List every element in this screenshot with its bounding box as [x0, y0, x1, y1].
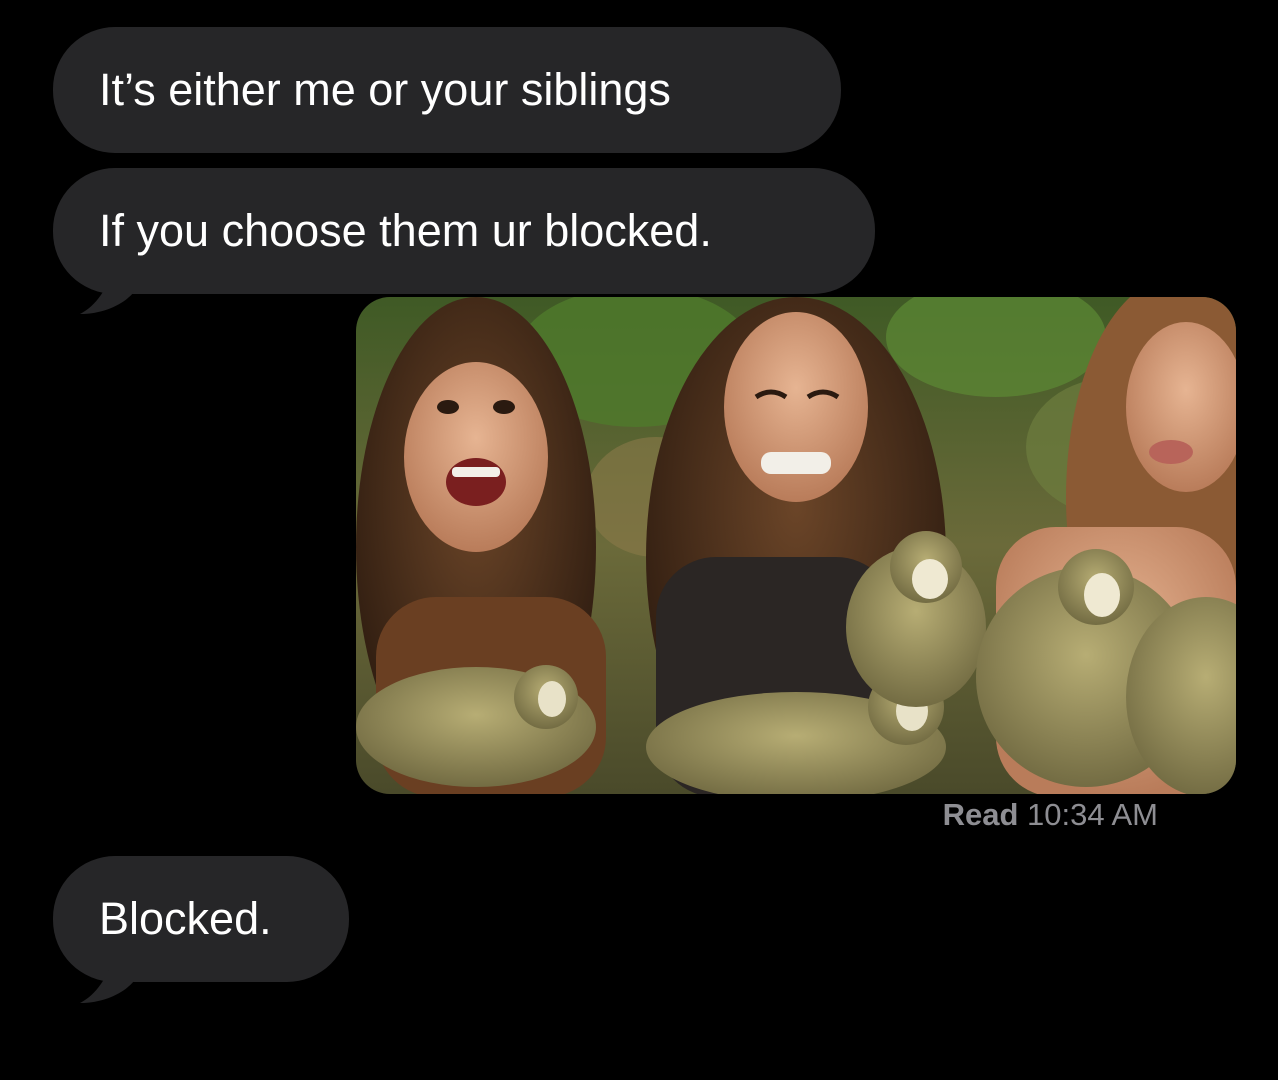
bubble-tail-icon: [80, 266, 134, 314]
message-text: Blocked.: [99, 893, 272, 944]
received-message-bubble[interactable]: If you choose them ur blocked.: [53, 168, 875, 294]
read-time: 10:34 AM: [1027, 797, 1158, 832]
read-receipt: Read 10:34 AM: [943, 796, 1158, 834]
message-text: If you choose them ur blocked.: [99, 205, 712, 256]
received-message-bubble[interactable]: It’s either me or your siblings: [53, 27, 841, 153]
photo-attachment[interactable]: [356, 297, 1236, 794]
bubble-tail-icon: [80, 955, 134, 1003]
message-text: It’s either me or your siblings: [99, 64, 671, 115]
read-label: Read: [942, 797, 1019, 832]
photo-image: [356, 297, 1236, 794]
